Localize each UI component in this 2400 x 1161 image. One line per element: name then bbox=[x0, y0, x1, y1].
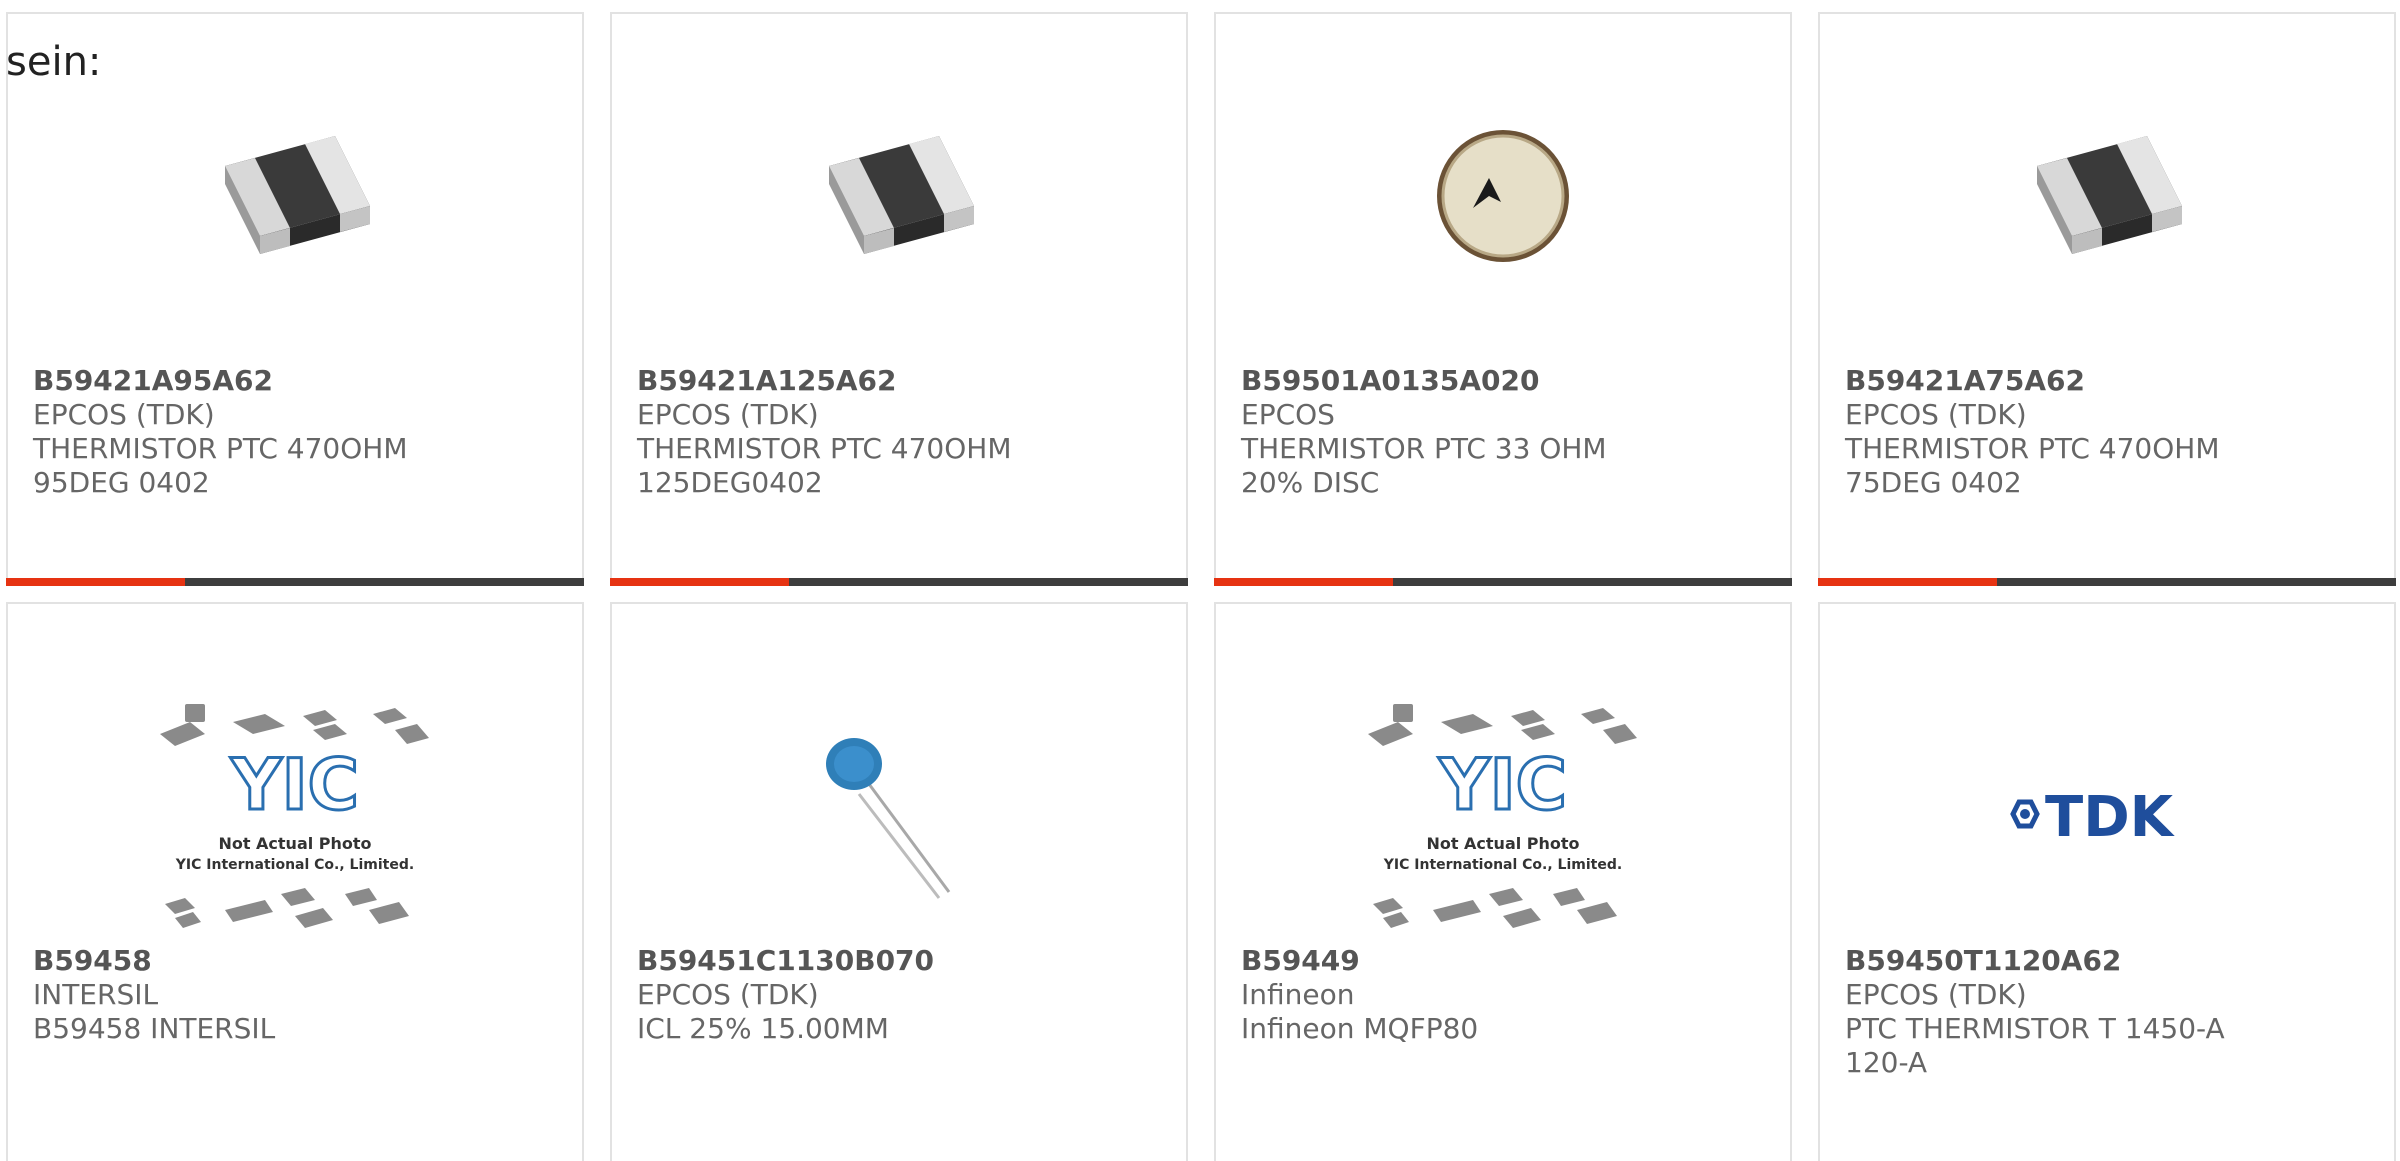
product-grid-page: sein: B59421A95A62 EPCOS (TDK) THERMISTO… bbox=[0, 0, 2400, 1161]
product-info: B59421A125A62 EPCOS (TDK) THERMISTOR PTC… bbox=[637, 364, 1066, 500]
product-card[interactable]: B59451C1130B070 EPCOS (TDK) ICL 25% 15.0… bbox=[610, 602, 1188, 1161]
product-info: B59421A75A62 EPCOS (TDK) THERMISTOR PTC … bbox=[1845, 364, 2274, 500]
product-image[interactable] bbox=[612, 704, 1186, 944]
description: THERMISTOR PTC 470OHM 75DEG 0402 bbox=[1845, 432, 2220, 499]
product-info: B59421A95A62 EPCOS (TDK) THERMISTOR PTC … bbox=[33, 364, 462, 500]
manufacturer: EPCOS (TDK) bbox=[1845, 978, 2027, 1011]
product-card[interactable]: YIC Not Actual Photo YIC International C… bbox=[1214, 602, 1792, 1161]
manufacturer: EPCOS (TDK) bbox=[637, 398, 819, 431]
manufacturer: EPCOS (TDK) bbox=[1845, 398, 2027, 431]
intro-text: sein: bbox=[6, 39, 102, 85]
card-accent-bar bbox=[610, 578, 1188, 586]
part-number[interactable]: B59421A95A62 bbox=[33, 364, 462, 398]
part-number[interactable]: B59421A125A62 bbox=[637, 364, 1066, 398]
manufacturer: INTERSIL bbox=[33, 978, 159, 1011]
manufacturer: EPCOS (TDK) bbox=[637, 978, 819, 1011]
product-image[interactable]: TDK bbox=[1820, 704, 2394, 944]
product-image[interactable] bbox=[612, 92, 1186, 300]
manufacturer: EPCOS bbox=[1241, 398, 1335, 431]
part-number[interactable]: B59450T1120A62 bbox=[1845, 944, 2274, 978]
tdk-logo-icon: TDK bbox=[2010, 785, 2176, 850]
smd-chip-icon bbox=[829, 136, 974, 254]
description: THERMISTOR PTC 470OHM 95DEG 0402 bbox=[33, 432, 408, 499]
card-accent-bar bbox=[6, 578, 584, 586]
part-number[interactable]: B59449 bbox=[1241, 944, 1670, 978]
yic-placeholder-icon: YIC Not Actual Photo YIC International C… bbox=[1368, 704, 1637, 928]
smd-chip-icon bbox=[225, 136, 370, 254]
manufacturer: Infineon bbox=[1241, 978, 1355, 1011]
product-card[interactable]: B59421A125A62 EPCOS (TDK) THERMISTOR PTC… bbox=[610, 12, 1188, 586]
product-image[interactable] bbox=[8, 92, 582, 300]
product-card[interactable]: B59421A75A62 EPCOS (TDK) THERMISTOR PTC … bbox=[1818, 12, 2396, 586]
yic-logo-text: YIC bbox=[230, 744, 359, 826]
product-card[interactable]: YIC Not Actual Photo YIC International C… bbox=[6, 602, 584, 1161]
disc-thermistor-icon bbox=[1437, 130, 1569, 262]
smd-chip-icon bbox=[2037, 136, 2182, 254]
product-card[interactable]: TDK B59450T1120A62 EPCOS (TDK) PTC THERM… bbox=[1818, 602, 2396, 1161]
product-card[interactable]: B59421A95A62 EPCOS (TDK) THERMISTOR PTC … bbox=[6, 12, 584, 586]
description: THERMISTOR PTC 470OHM 125DEG0402 bbox=[637, 432, 1012, 499]
placeholder-line1: Not Actual Photo bbox=[1426, 834, 1579, 853]
product-image[interactable] bbox=[1820, 92, 2394, 300]
description: Infineon MQFP80 bbox=[1241, 1012, 1479, 1045]
manufacturer: EPCOS (TDK) bbox=[33, 398, 215, 431]
product-info: B59458 INTERSIL B59458 INTERSIL bbox=[33, 944, 462, 1046]
placeholder-line2: YIC International Co., Limited. bbox=[1383, 857, 1622, 873]
tdk-logo-text: TDK bbox=[2045, 785, 2176, 850]
part-number[interactable]: B59451C1130B070 bbox=[637, 944, 1066, 978]
card-accent-bar bbox=[1214, 578, 1792, 586]
placeholder-line2: YIC International Co., Limited. bbox=[175, 857, 414, 873]
placeholder-line1: Not Actual Photo bbox=[218, 834, 371, 853]
radial-disc-thermistor-icon bbox=[826, 738, 951, 899]
part-number[interactable]: B59458 bbox=[33, 944, 462, 978]
description: ICL 25% 15.00MM bbox=[637, 1012, 889, 1045]
yic-logo-text: YIC bbox=[1438, 744, 1567, 826]
product-info: B59450T1120A62 EPCOS (TDK) PTC THERMISTO… bbox=[1845, 944, 2274, 1080]
product-image[interactable]: YIC Not Actual Photo YIC International C… bbox=[8, 704, 582, 944]
description: PTC THERMISTOR T 1450-A 120-A bbox=[1845, 1012, 2225, 1079]
product-image[interactable] bbox=[1216, 92, 1790, 300]
description: THERMISTOR PTC 33 OHM 20% DISC bbox=[1241, 432, 1607, 499]
description: B59458 INTERSIL bbox=[33, 1012, 276, 1045]
product-info: B59501A0135A020 EPCOS THERMISTOR PTC 33 … bbox=[1241, 364, 1670, 500]
card-accent-bar bbox=[1818, 578, 2396, 586]
part-number[interactable]: B59421A75A62 bbox=[1845, 364, 2274, 398]
product-info: B59451C1130B070 EPCOS (TDK) ICL 25% 15.0… bbox=[637, 944, 1066, 1046]
yic-placeholder-icon: YIC Not Actual Photo YIC International C… bbox=[160, 704, 429, 928]
part-number[interactable]: B59501A0135A020 bbox=[1241, 364, 1670, 398]
product-card[interactable]: B59501A0135A020 EPCOS THERMISTOR PTC 33 … bbox=[1214, 12, 1792, 586]
product-image[interactable]: YIC Not Actual Photo YIC International C… bbox=[1216, 704, 1790, 944]
product-info: B59449 Infineon Infineon MQFP80 bbox=[1241, 944, 1670, 1046]
